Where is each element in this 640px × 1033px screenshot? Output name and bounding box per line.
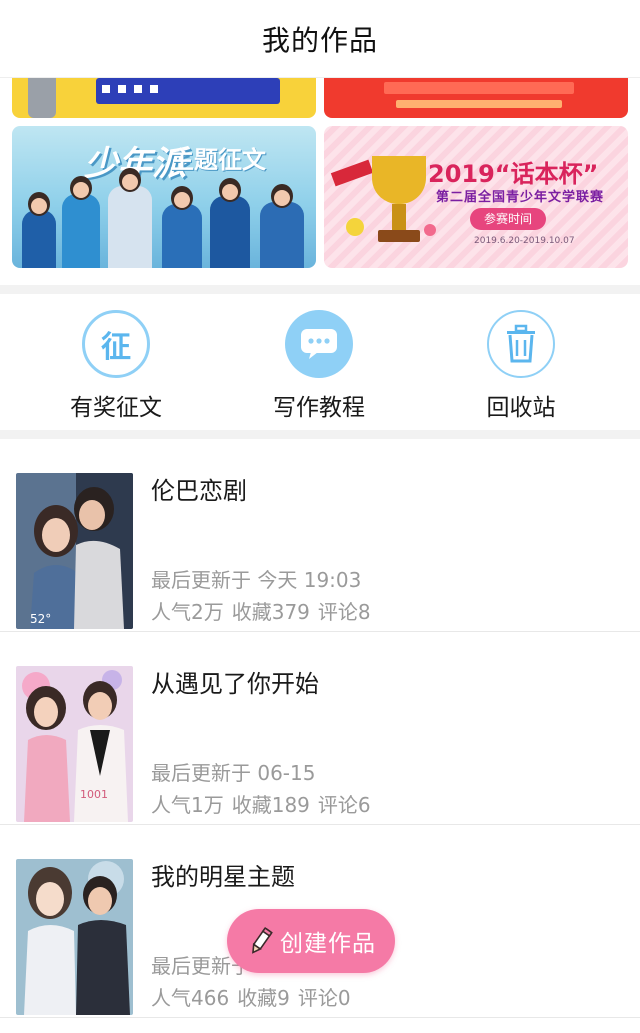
banner-huaben-subtitle: 第二届全国青少年文学联赛 <box>436 190 605 205</box>
balloon-decoration <box>346 218 364 236</box>
banner-grid: 少年派 主题征文 2019“话本杯” 第二届全国青少年文学联赛 参赛时间 201… <box>0 78 640 285</box>
work-item[interactable]: 52° 伦巴恋剧 最后更新于 今天 19:03 人气2万 收藏379 评论8 <box>0 439 640 632</box>
banner-huaben-date: 2019.6.20-2019.10.07 <box>474 236 575 246</box>
banner-person <box>108 168 152 268</box>
banner-shaonian-subtitle: 主题征文 <box>170 146 266 174</box>
work-stats: 人气2万 收藏379 评论8 <box>151 596 379 625</box>
banner-person <box>210 178 250 268</box>
chat-bubble-icon <box>285 310 353 378</box>
banner-person <box>162 186 202 268</box>
work-comments: 评论8 <box>317 600 371 624</box>
shortcut-recycle-bin[interactable]: 回收站 <box>441 310 601 422</box>
work-title: 伦巴恋剧 <box>151 477 247 505</box>
banner-person <box>62 176 100 268</box>
shortcut-label: 写作教程 <box>273 395 365 421</box>
work-comments: 评论6 <box>317 793 371 817</box>
banner-person <box>260 184 304 268</box>
page-title: 我的作品 <box>261 23 378 57</box>
prize-essay-icon: 征 <box>82 310 150 378</box>
work-last-updated: 最后更新于 今天 19:03 <box>151 568 362 592</box>
balloon-decoration <box>424 224 436 236</box>
work-title: 从遇见了你开始 <box>151 670 319 698</box>
banner-person <box>22 192 56 268</box>
trash-icon <box>487 310 555 378</box>
svg-text:52°: 52° <box>30 612 51 626</box>
banner-strip <box>396 100 562 108</box>
create-work-label: 创建作品 <box>280 931 376 957</box>
banner-huaben-cup[interactable]: 2019“话本杯” 第二届全国青少年文学联赛 参赛时间 2019.6.20-20… <box>324 126 628 268</box>
work-favorites: 收藏9 <box>237 986 290 1010</box>
banner-top-right[interactable] <box>324 78 628 118</box>
work-favorites: 收藏189 <box>231 793 310 817</box>
shortcut-writing-tutorial[interactable]: 写作教程 <box>239 310 399 422</box>
svg-text:1001: 1001 <box>80 788 108 801</box>
ribbon-decoration <box>330 159 374 187</box>
banner-huaben-badge: 参赛时间 <box>470 208 546 230</box>
banner-figure <box>28 78 56 118</box>
shortcut-prize-essay[interactable]: 征 有奖征文 <box>36 310 196 422</box>
work-popularity: 人气1万 <box>151 793 224 817</box>
shortcut-bar: 征 有奖征文 写作教程 回收站 <box>0 294 640 430</box>
work-favorites: 收藏379 <box>231 600 310 624</box>
shortcut-label: 有奖征文 <box>70 395 162 421</box>
work-item[interactable]: 1001 从遇见了你开始 最后更新于 06-15 人气1万 收藏189 评论6 <box>0 632 640 825</box>
shortcut-label: 回收站 <box>486 395 556 421</box>
banner-strip <box>384 82 574 94</box>
trophy-icon <box>372 156 426 204</box>
banner-info-strip <box>96 78 280 104</box>
section-divider <box>0 430 640 439</box>
work-cover-image: 1001 <box>16 666 133 822</box>
section-divider <box>0 285 640 294</box>
pencil-icon <box>252 926 273 954</box>
work-last-updated: 最后更新于 06-15 <box>151 761 316 785</box>
work-cover-image <box>16 859 133 1015</box>
app-header: 我的作品 <box>0 0 640 78</box>
work-popularity: 人气2万 <box>151 600 224 624</box>
work-popularity: 人气466 <box>151 986 230 1010</box>
create-work-button[interactable]: 创建作品 <box>227 909 395 973</box>
work-cover-image: 52° <box>16 473 133 629</box>
work-stats: 人气466 收藏9 评论0 <box>151 982 359 1011</box>
work-title: 我的明星主题 <box>151 863 295 891</box>
banner-top-left[interactable] <box>12 78 316 118</box>
banner-shaonian-essay[interactable]: 少年派 主题征文 <box>12 126 316 268</box>
work-stats: 人气1万 收藏189 评论6 <box>151 789 379 818</box>
banner-huaben-title: 2019“话本杯” <box>428 160 599 188</box>
work-comments: 评论0 <box>297 986 351 1010</box>
